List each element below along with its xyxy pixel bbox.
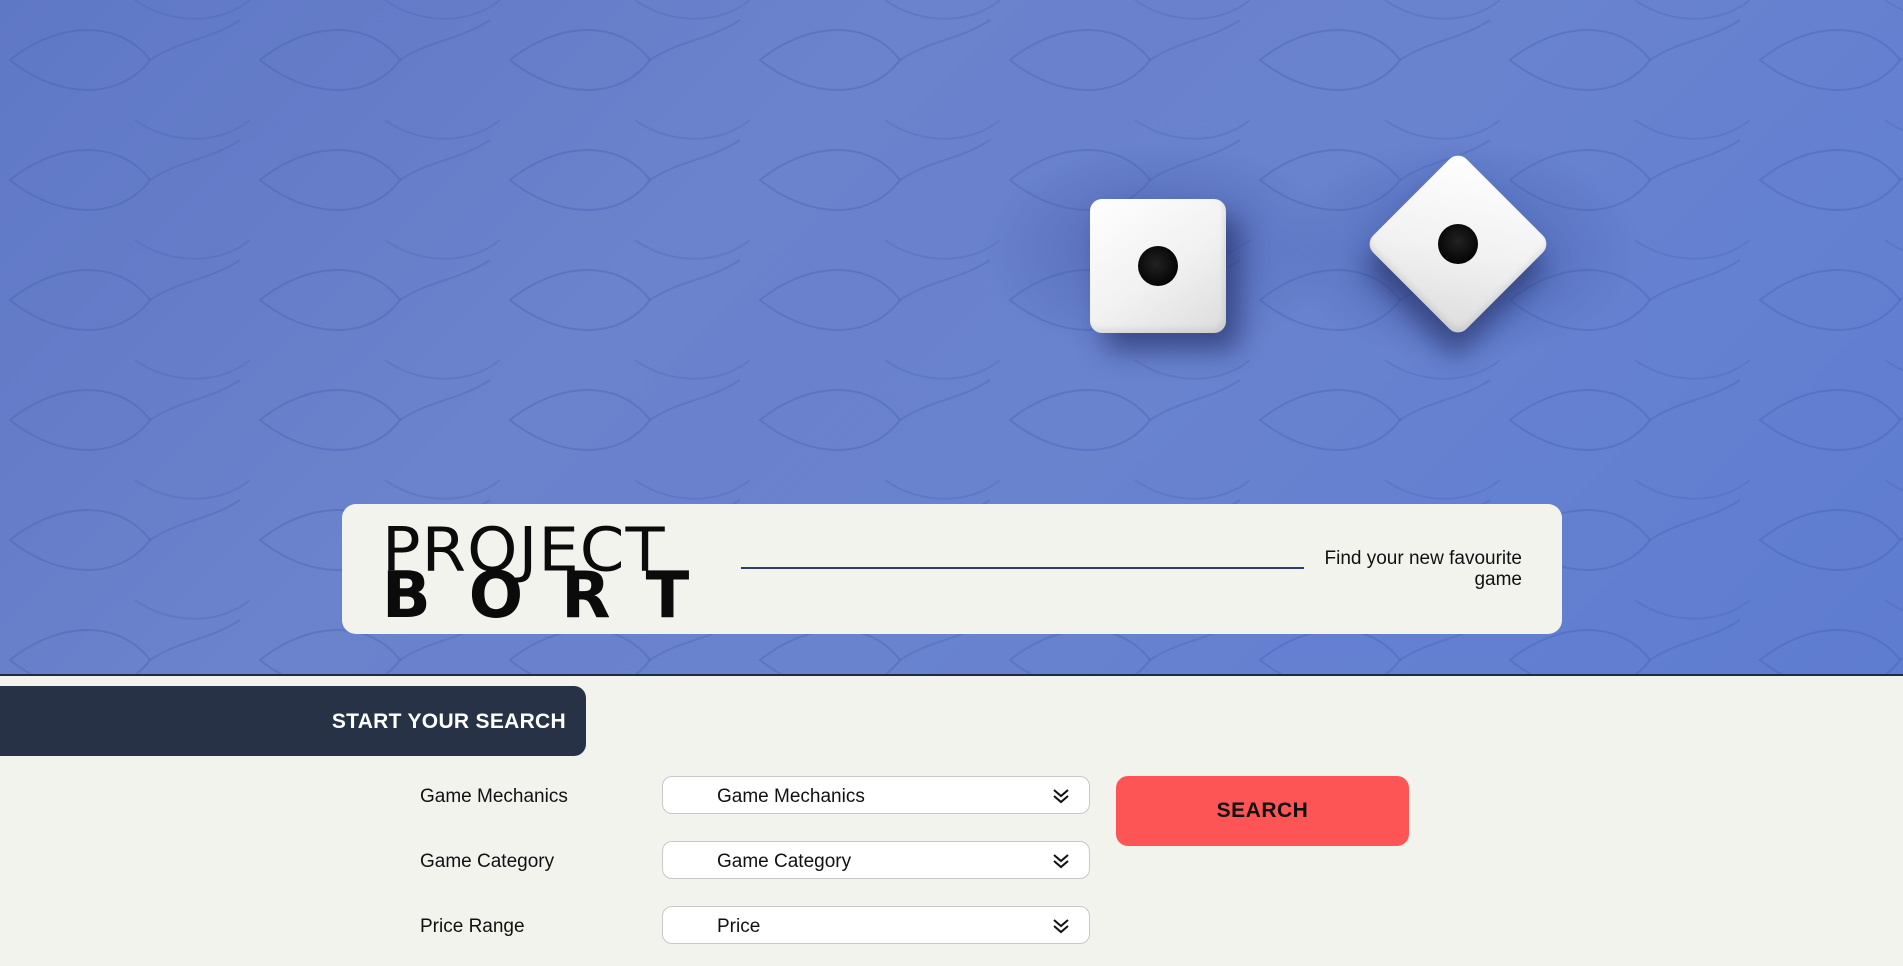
title-banner: PROJECT BORT Find your new favourite gam… xyxy=(342,504,1562,634)
game-mechanics-label: Game Mechanics xyxy=(420,786,568,807)
section-heading: START YOUR SEARCH xyxy=(331,710,566,733)
die-icon xyxy=(1090,199,1226,333)
die-pip xyxy=(1429,215,1487,273)
game-category-selected: Game Category xyxy=(717,851,852,872)
banner-divider xyxy=(741,567,1304,569)
section-heading-tab: START YOUR SEARCH xyxy=(0,686,586,756)
die-pip xyxy=(1138,246,1178,286)
price-range-selected: Price xyxy=(717,916,761,937)
search-button[interactable]: SEARCH xyxy=(1116,776,1409,846)
price-range-select[interactable]: Price xyxy=(662,906,1090,944)
game-category-select[interactable]: Game Category xyxy=(662,841,1090,879)
game-mechanics-select[interactable]: Game Mechanics xyxy=(662,776,1090,814)
double-chevron-down-icon xyxy=(1053,854,1069,869)
double-chevron-down-icon xyxy=(1053,919,1069,934)
game-category-label: Game Category xyxy=(420,851,555,872)
tagline: Find your new favourite game xyxy=(1324,548,1523,590)
game-mechanics-selected: Game Mechanics xyxy=(717,786,865,807)
logo-line-project: PROJECT xyxy=(382,515,666,586)
price-range-label: Price Range xyxy=(420,916,525,937)
hero-banner: PROJECT BORT Find your new favourite gam… xyxy=(0,0,1903,676)
project-bort-logo[interactable]: PROJECT BORT xyxy=(382,520,727,628)
double-chevron-down-icon xyxy=(1053,789,1069,804)
